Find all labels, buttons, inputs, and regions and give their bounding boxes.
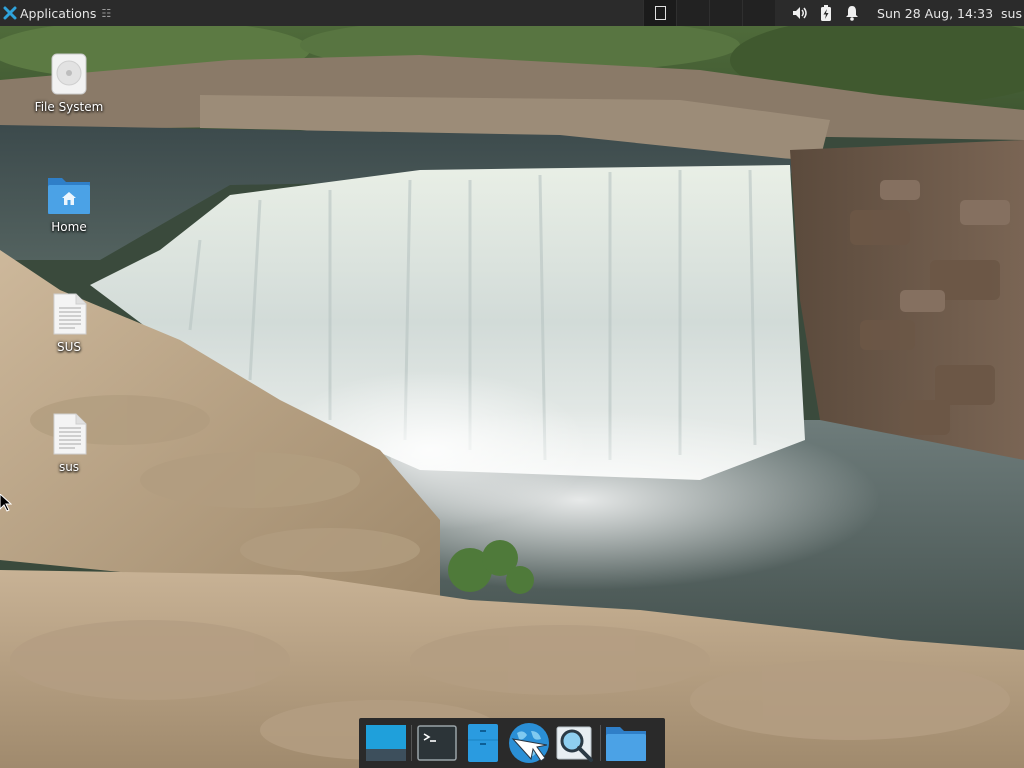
mouse-pointer-icon	[0, 494, 12, 512]
workspace-4-button[interactable]	[742, 0, 776, 26]
home-folder-icon	[48, 178, 90, 214]
workspace-2-button[interactable]	[676, 0, 710, 26]
xfce-logo-icon	[3, 6, 17, 20]
drive-icon	[51, 53, 87, 95]
applications-menu-label: Applications	[20, 5, 97, 21]
web-browser-icon	[509, 723, 549, 763]
terminal-icon	[417, 725, 457, 761]
desktop-wallpaper	[0, 15, 1024, 768]
text-file-icon	[53, 413, 87, 455]
workspace-1-button[interactable]	[643, 0, 677, 26]
dock-app-finder-button[interactable]	[552, 720, 598, 766]
desktop-icon-label: SUS	[56, 340, 82, 354]
desktop-icon-label: sus	[58, 460, 80, 474]
menu-arrow-icon: ☷	[101, 6, 112, 20]
user-menu[interactable]: sus	[1001, 6, 1022, 21]
dock-folder-button[interactable]	[603, 720, 649, 766]
volume-icon[interactable]	[791, 4, 809, 22]
desktop-icon-label: File System	[34, 100, 104, 114]
desktop-icon-sus-upper[interactable]: SUS	[29, 292, 109, 354]
workspace-3-button[interactable]	[709, 0, 743, 26]
desktop-icon-label: Home	[51, 220, 87, 234]
dock-separator	[411, 725, 412, 761]
window-preview-icon	[654, 6, 666, 20]
dock-file-manager-button[interactable]	[460, 720, 506, 766]
text-file-icon	[53, 293, 87, 335]
applications-menu-button[interactable]: Applications ☷	[0, 0, 117, 26]
system-tray	[787, 0, 865, 26]
dock-separator	[600, 725, 601, 761]
notification-bell-icon[interactable]	[843, 4, 861, 22]
dock-show-desktop-button[interactable]	[363, 720, 409, 766]
file-manager-icon	[468, 724, 498, 762]
top-panel: Applications ☷ Sun 28 Aug, 14:33 sus	[0, 0, 1024, 26]
workspace-switcher	[643, 0, 776, 26]
desktop-icon-sus-lower[interactable]: sus	[29, 412, 109, 474]
dock-web-browser-button[interactable]	[506, 720, 552, 766]
show-desktop-icon	[366, 725, 406, 761]
desktop-icon-file-system[interactable]: File System	[29, 52, 109, 114]
desktop-icon-home[interactable]: Home	[29, 172, 109, 234]
dock-terminal-button[interactable]	[414, 720, 460, 766]
dock	[359, 718, 665, 768]
clock[interactable]: Sun 28 Aug, 14:33	[877, 6, 993, 21]
battery-icon[interactable]	[817, 4, 835, 22]
folder-icon	[606, 727, 646, 761]
app-finder-icon	[556, 726, 593, 762]
